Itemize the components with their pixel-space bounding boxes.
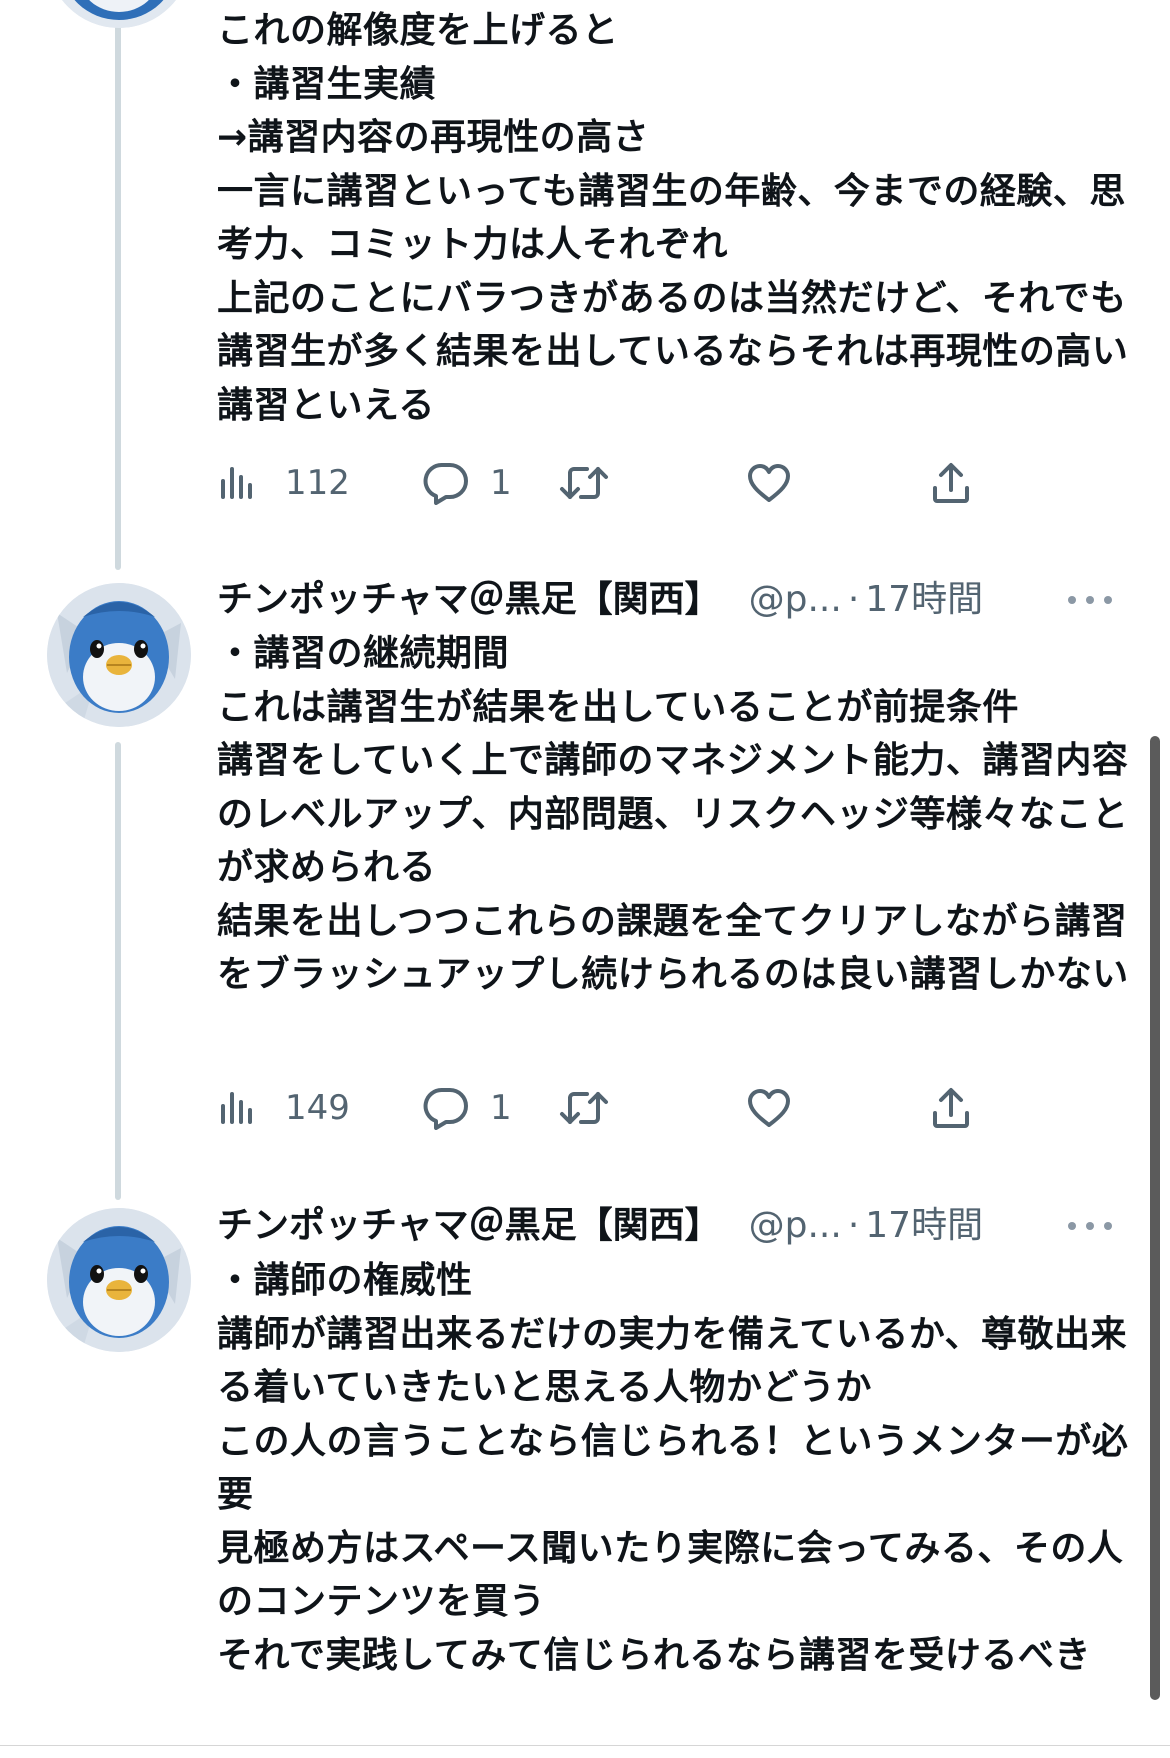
avatar[interactable]	[47, 1208, 191, 1352]
display-name[interactable]: チンポッチャマ＠黒足【関西】	[217, 572, 721, 628]
more-icon[interactable]	[1068, 1198, 1112, 1254]
like-button[interactable]	[747, 1078, 791, 1138]
views-icon	[221, 467, 252, 499]
views-count: 112	[285, 463, 350, 503]
timestamp[interactable]: 17時間	[865, 572, 983, 628]
like-icon	[748, 1089, 790, 1127]
more-icon[interactable]	[1068, 572, 1112, 628]
avatar-image	[47, 583, 191, 727]
avatar[interactable]	[47, 583, 191, 727]
reply-icon	[423, 1087, 468, 1130]
share-icon	[933, 1088, 969, 1128]
reply-icon	[423, 462, 468, 505]
retweet-button[interactable]	[559, 1078, 609, 1138]
tweet-text: これの解像度を上げると ・講習生実績 →講習内容の再現性の高さ 一言に講習といっ…	[217, 10, 1129, 426]
reply-count: 1	[490, 463, 512, 503]
like-button[interactable]	[747, 453, 791, 513]
user-handle[interactable]: @p...	[749, 572, 842, 628]
reply-count: 1	[490, 1088, 512, 1128]
reply-button[interactable]: 1	[422, 453, 512, 513]
thread-line-top	[115, 0, 121, 570]
tweet-header: チンポッチャマ＠黒足【関西】 @p... · 17時間	[217, 572, 983, 628]
views-count: 149	[285, 1088, 350, 1128]
avatar[interactable]	[47, 0, 191, 28]
avatar-image	[47, 1208, 191, 1352]
tweet-text: ・講師の権威性 講師が講習出来るだけの実力を備えているか、尊敬出来る着いていきた…	[217, 1260, 1129, 1676]
reply-button[interactable]: 1	[422, 1078, 512, 1138]
timestamp[interactable]: 17時間	[865, 1198, 983, 1254]
retweet-button[interactable]	[559, 453, 609, 513]
tweet-actions: 112 1	[217, 453, 1137, 513]
user-handle[interactable]: @p...	[749, 1198, 842, 1254]
separator-dot: ·	[847, 1205, 860, 1246]
tweet-text: ・講習の継続期間 これは講習生が結果を出していることが前提条件 講習をしていく上…	[217, 633, 1129, 995]
like-icon	[748, 464, 790, 502]
display-name[interactable]: チンポッチャマ＠黒足【関西】	[217, 1198, 721, 1254]
retweet-icon	[560, 1092, 608, 1124]
share-button[interactable]	[931, 453, 971, 513]
share-icon	[933, 463, 969, 503]
avatar-image	[62, 0, 176, 28]
thread-line-middle	[115, 742, 121, 1200]
separator-dot: ·	[847, 579, 860, 620]
divider	[0, 1745, 1170, 1746]
tweet-actions: 149 1	[217, 1078, 1137, 1138]
scrollbar[interactable]	[1150, 736, 1160, 1700]
views-button[interactable]: 149	[217, 1078, 350, 1138]
views-button[interactable]: 112	[217, 453, 350, 513]
views-icon	[221, 1092, 252, 1124]
share-button[interactable]	[931, 1078, 971, 1138]
tweet-header: チンポッチャマ＠黒足【関西】 @p... · 17時間	[217, 1198, 983, 1254]
retweet-icon	[560, 467, 608, 499]
